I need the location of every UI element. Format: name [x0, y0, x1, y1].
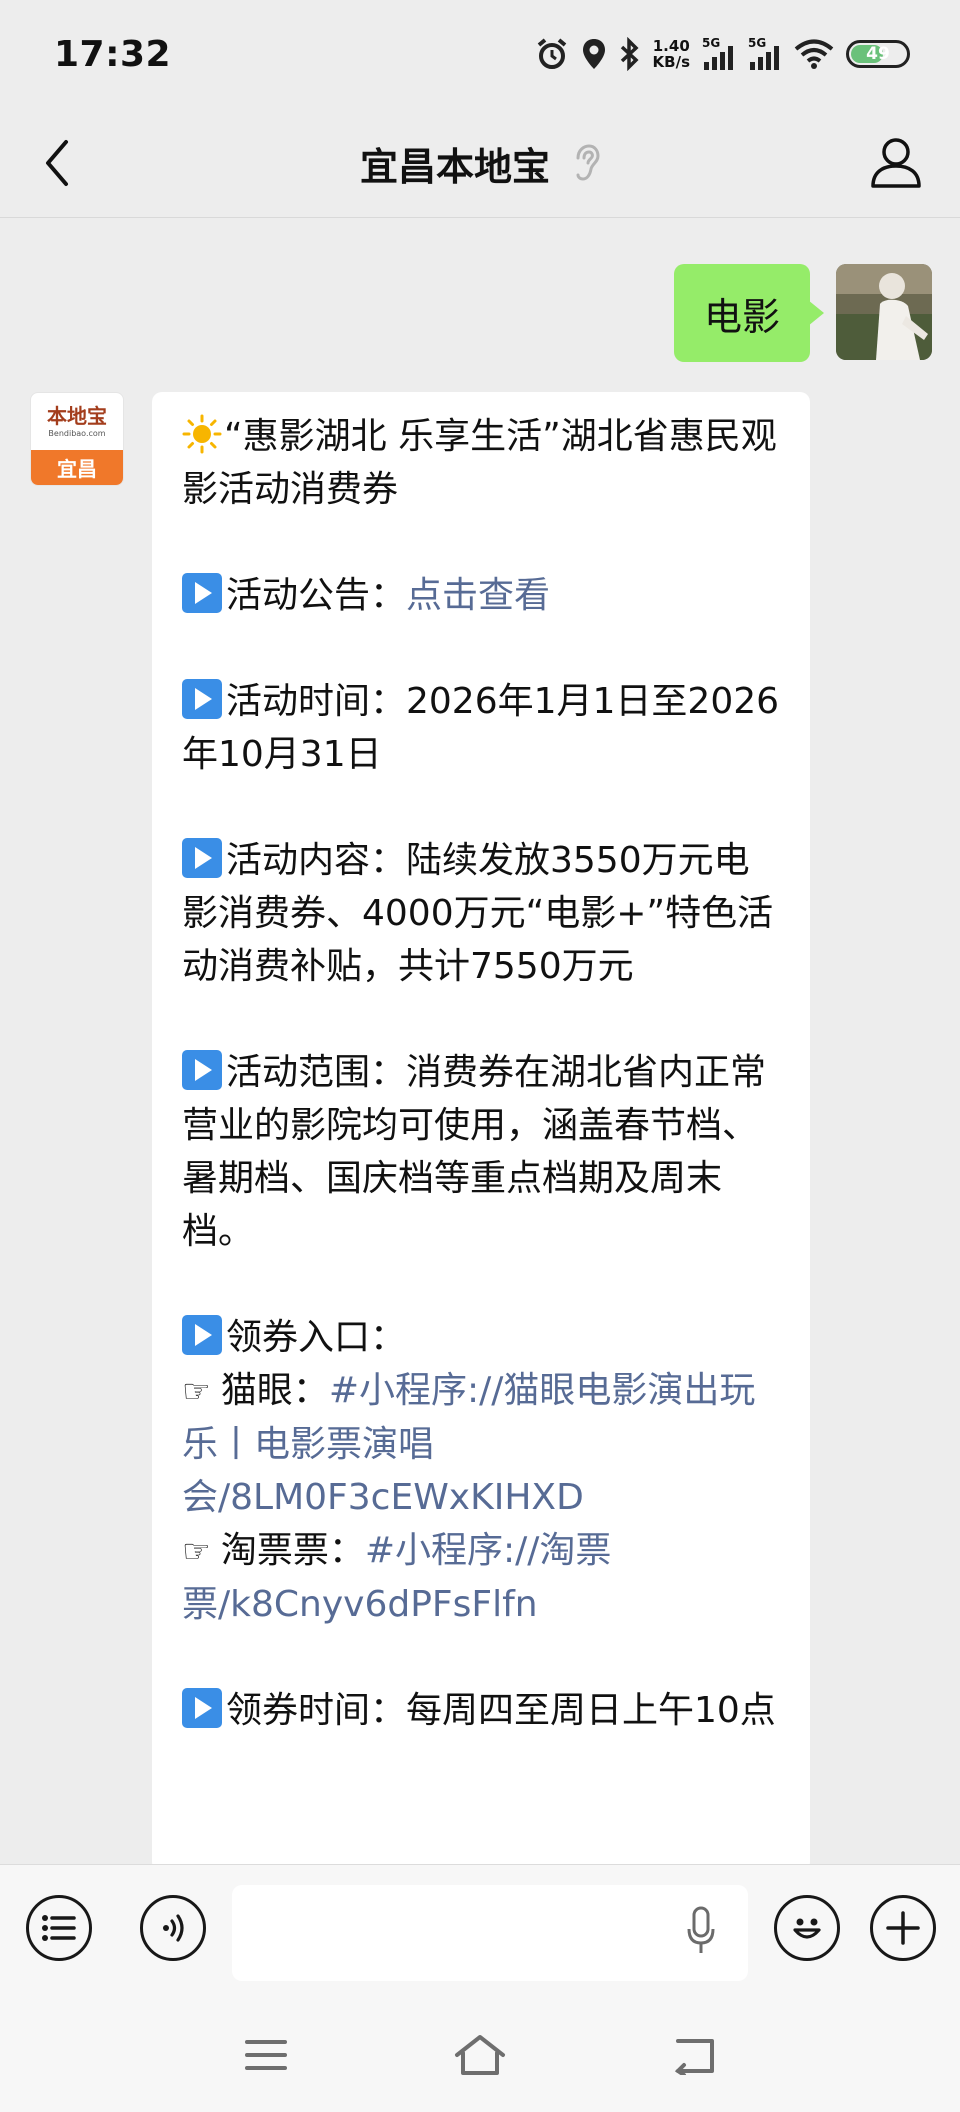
play-icon: [182, 1315, 222, 1355]
official-account-avatar[interactable]: 本地宝 Bendibao.com 宜昌: [30, 392, 124, 486]
entry-label: 领券入口：: [226, 1317, 407, 1358]
content-line: 活动内容：陆续发放3550万元电影消费券、4000万元“电影+”特色活动消费补贴…: [182, 834, 782, 993]
activity-content-text: 活动内容：陆续发放3550万元电影消费券、4000万元“电影+”特色活动消费补贴…: [182, 840, 774, 987]
microphone-icon[interactable]: [686, 1905, 716, 1957]
notice-link[interactable]: 点击查看: [406, 575, 550, 616]
alarm-icon: [537, 38, 566, 69]
page-title: 宜昌本地宝: [359, 144, 550, 189]
activity-scope-text: 活动范围：消费券在湖北省内正常营业的影院均可使用，涵盖春节档、暑期档、国庆档等重…: [182, 1052, 767, 1252]
menu-lines-icon: [245, 2040, 287, 2070]
message-intro: “惠影湖北 乐享生活”湖北省惠民观影活动消费券: [182, 410, 782, 516]
smiley-icon: [793, 1918, 821, 1939]
bluetooth-icon: [620, 37, 639, 71]
input-bar: [0, 1864, 960, 2000]
status-time: 17:32: [54, 33, 172, 75]
voice-icon: [163, 1914, 184, 1942]
network-speed: 1.40 KB/s: [653, 38, 690, 70]
emoji-button[interactable]: [774, 1895, 840, 1961]
list-icon: [42, 1915, 76, 1941]
entry-block: 领券入口： ☞ 猫眼：#小程序://猫眼电影演出玩乐丨电影票演唱会/8LM0F3…: [182, 1311, 782, 1631]
outgoing-message: 电影: [673, 264, 932, 362]
play-icon: [182, 838, 222, 878]
status-bar: 17:32 1.40 KB/s 5G 5G 49: [0, 0, 960, 108]
avatar-photo: [836, 264, 932, 360]
notice-line: 活动公告：点击查看: [182, 569, 782, 622]
play-icon: [182, 679, 222, 719]
pointing-hand-icon: ☞: [182, 1372, 221, 1410]
signal-label: 5G: [748, 36, 767, 50]
notice-label: 活动公告：: [226, 575, 407, 616]
network-speed-unit: KB/s: [652, 53, 690, 71]
location-icon: [582, 39, 605, 69]
signal-label: 5G: [702, 36, 721, 50]
play-icon: [182, 573, 222, 613]
status-icons: 1.40 KB/s 5G 5G 49: [535, 36, 910, 71]
home-button[interactable]: [450, 2030, 510, 2080]
pointing-hand-icon: ☞: [182, 1532, 221, 1570]
play-icon: [182, 1050, 222, 1090]
profile-button[interactable]: [868, 134, 924, 190]
more-button[interactable]: [870, 1895, 936, 1961]
incoming-bubble[interactable]: “惠影湖北 乐享生活”湖北省惠民观影活动消费券 活动公告：点击查看 活动时间：2…: [152, 392, 810, 1872]
scope-line: 活动范围：消费券在湖北省内正常营业的影院均可使用，涵盖春节档、暑期档、国庆档等重…: [182, 1046, 782, 1258]
voice-button[interactable]: [140, 1895, 206, 1961]
back-nav-button[interactable]: [664, 2030, 724, 2080]
maoyan-label: 猫眼：: [220, 1370, 329, 1411]
time-line: 活动时间：2026年1月1日至2026年10月31日: [182, 675, 782, 781]
outgoing-text: 电影: [703, 294, 780, 339]
claim-time-text: 领券时间：每周四至周日上午10点: [226, 1690, 776, 1731]
battery-icon: 49: [846, 40, 910, 68]
plus-icon: [886, 1911, 920, 1945]
recent-apps-button[interactable]: [236, 2030, 296, 2080]
avatar-city: 宜昌: [31, 450, 123, 485]
chat-header: 宜昌本地宝: [0, 108, 960, 218]
network-speed-value: 1.40: [652, 37, 690, 55]
wifi-icon: [794, 39, 834, 69]
signal-icon: 5G: [702, 36, 736, 70]
sun-icon: [182, 414, 222, 454]
back-arrow-icon: [674, 2039, 714, 2075]
taopiao-label: 淘票票：: [220, 1530, 365, 1571]
play-icon: [182, 1688, 222, 1728]
message-input[interactable]: [232, 1885, 748, 1981]
home-icon: [455, 2035, 505, 2075]
system-navigation-bar: [0, 2000, 960, 2112]
person-icon: [871, 138, 921, 188]
user-avatar[interactable]: [836, 264, 932, 360]
avatar-logo-subtext: Bendibao.com: [48, 429, 106, 439]
battery-level: 49: [866, 44, 890, 64]
ear-icon: [576, 144, 600, 181]
intro-text: “惠影湖北 乐享生活”湖北省惠民观影活动消费券: [182, 416, 777, 510]
outgoing-bubble[interactable]: 电影: [673, 264, 825, 362]
menu-button[interactable]: [26, 1895, 92, 1961]
avatar-logo-text: 本地宝: [47, 404, 107, 429]
signal-icon: 5G: [748, 36, 782, 70]
activity-time-text: 活动时间：2026年1月1日至2026年10月31日: [182, 681, 780, 775]
chat-title-area: 宜昌本地宝: [0, 108, 960, 218]
claim-time-line: 领券时间：每周四至周日上午10点: [182, 1684, 782, 1737]
